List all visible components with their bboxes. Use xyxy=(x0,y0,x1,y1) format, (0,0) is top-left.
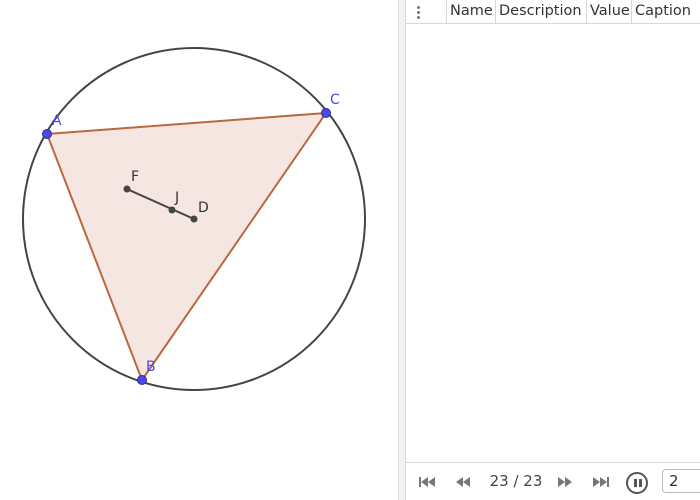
label-j: J xyxy=(174,190,179,206)
column-menu-button[interactable] xyxy=(406,0,447,24)
last-step-icon xyxy=(593,477,609,487)
point-a[interactable] xyxy=(42,129,52,139)
protocol-navigation-bar: 23 / 23 xyxy=(406,462,700,500)
point-d[interactable] xyxy=(190,215,198,223)
next-step-button[interactable] xyxy=(554,473,576,491)
point-f[interactable] xyxy=(123,185,131,193)
play-speed-input[interactable] xyxy=(662,469,700,493)
panel-splitter[interactable] xyxy=(398,0,406,500)
next-step-icon xyxy=(558,477,572,487)
label-a: A xyxy=(52,113,62,129)
last-step-button[interactable] xyxy=(590,473,612,491)
graphics-view[interactable]: A B C F J D xyxy=(0,0,398,500)
more-vertical-icon[interactable] xyxy=(416,5,420,19)
label-f: F xyxy=(131,169,139,185)
column-header-description[interactable]: Description xyxy=(496,0,587,24)
column-header-caption[interactable]: Caption xyxy=(632,0,700,24)
point-b[interactable] xyxy=(137,375,147,385)
step-counter: 23 / 23 xyxy=(489,472,543,490)
previous-step-icon xyxy=(456,477,470,487)
construction-protocol-panel: Name Description Value Caption 23 / 23 xyxy=(406,0,700,500)
previous-step-button[interactable] xyxy=(452,473,474,491)
column-header-value[interactable]: Value xyxy=(587,0,632,24)
point-j[interactable] xyxy=(168,206,176,214)
label-d: D xyxy=(198,200,209,216)
label-c: C xyxy=(330,92,340,108)
pause-icon xyxy=(634,479,637,487)
first-step-icon xyxy=(419,477,435,487)
triangle-abc[interactable] xyxy=(47,113,326,380)
pause-button[interactable] xyxy=(626,472,648,494)
protocol-header: Name Description Value Caption xyxy=(406,0,700,24)
column-header-name[interactable]: Name xyxy=(447,0,496,24)
protocol-table-body xyxy=(406,24,700,462)
point-c[interactable] xyxy=(321,108,331,118)
first-step-button[interactable] xyxy=(416,473,438,491)
geometry-canvas[interactable]: A B C F J D xyxy=(0,0,398,500)
label-b: B xyxy=(146,359,156,375)
